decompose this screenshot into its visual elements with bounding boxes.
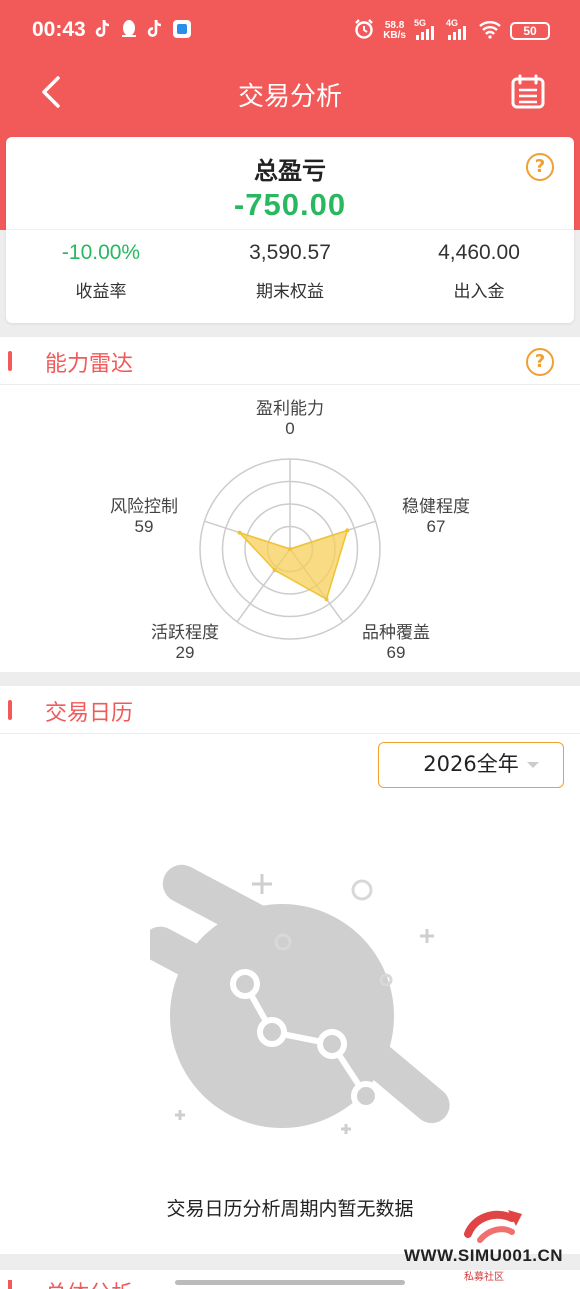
battery-icon: 50 — [510, 21, 550, 40]
status-indicators: 58.8 KB/s 5G 4G 50 — [353, 18, 550, 43]
navigation-handle[interactable] — [175, 1280, 405, 1285]
total-pl-value: -750.00 — [233, 187, 347, 222]
radar-data-point — [324, 597, 329, 602]
total-pl-label: 总盈亏 — [254, 157, 326, 185]
metric-value: -10.00% — [61, 241, 141, 264]
divider — [6, 229, 574, 230]
section-marker — [8, 1280, 12, 1289]
section-title: 总体分析 — [45, 1276, 133, 1289]
calendar-button[interactable] — [510, 74, 546, 110]
page-title: 交易分析 — [237, 82, 342, 112]
watermark-logo — [464, 1210, 522, 1243]
app-header: 交易分析 — [0, 62, 580, 124]
status-bar: 00:43 58.8 KB/s 5G 4G 50 — [0, 0, 580, 62]
metric-value: 3,590.57 — [249, 241, 331, 264]
year-select-value: 2026全年 — [423, 752, 519, 776]
watermark: WWW.SIMU001.CN 私募社区 — [400, 1204, 580, 1284]
radar-data-area — [238, 529, 349, 601]
radar-axis-label: 活跃程度 29 — [151, 623, 219, 662]
network-speed: 58.8 KB/s — [383, 19, 406, 41]
section-header: 能力雷达 ? — [0, 337, 580, 385]
watermark-url: WWW.SIMU001.CN — [404, 1246, 564, 1265]
metric-label: 期末权益 — [256, 282, 324, 302]
caret-down-icon — [527, 762, 539, 768]
radar-section: 能力雷达 ? 盈利能力 0 稳健程度 67 品种覆盖 69 活跃程度 29 风险控制 59 — [0, 337, 580, 672]
radar-data-point — [345, 528, 350, 533]
metric-value: 4,460.00 — [438, 241, 520, 264]
radar-data-point — [272, 568, 277, 573]
metric-label: 出入金 — [453, 282, 505, 302]
calendar-body: 2026全年 交易日历分析周期内暂无数据 — [0, 734, 580, 1254]
signal-4g-icon: 4G — [446, 18, 470, 42]
status-time: 00:43 — [32, 18, 86, 41]
metric-return-rate: -10.00% 收益率 — [6, 241, 196, 302]
watermark-subtitle: 私募社区 — [464, 1272, 504, 1283]
radar-axis-label: 稳健程度 67 — [402, 497, 470, 536]
radar-data-point — [237, 530, 242, 535]
empty-state-illustration — [150, 864, 450, 1134]
calendar-section: 交易日历 2026全年 交易日历分析周期内暂无数据 — [0, 686, 580, 1254]
section-marker — [8, 351, 12, 371]
radar-axis-label: 品种覆盖 69 — [362, 623, 430, 662]
metric-label: 收益率 — [75, 282, 127, 302]
metric-ending-equity: 3,590.57 期末权益 — [195, 241, 385, 302]
section-header: 交易日历 — [0, 686, 580, 734]
qq-icon — [120, 18, 138, 40]
notification-icons — [94, 18, 191, 40]
year-select[interactable]: 2026全年 — [378, 742, 564, 788]
summary-card: 总盈亏 -750.00 ? -10.00% 收益率 3,590.57 期末权益 … — [6, 137, 574, 323]
wifi-icon — [478, 19, 502, 42]
radar-chart: 盈利能力 0 稳健程度 67 品种覆盖 69 活跃程度 29 风险控制 59 — [0, 385, 580, 671]
tiktok-icon — [94, 18, 112, 40]
radar-axis-label: 风险控制 59 — [110, 497, 178, 536]
app-icon — [172, 18, 191, 40]
section-title: 能力雷达 — [45, 352, 134, 377]
help-icon[interactable]: ? — [526, 153, 554, 181]
help-icon[interactable]: ? — [526, 348, 554, 376]
section-marker — [8, 700, 12, 720]
section-title: 交易日历 — [45, 701, 134, 726]
radar-data-point — [288, 547, 292, 551]
metric-deposit-withdrawal: 4,460.00 出入金 — [384, 241, 574, 302]
tiktok-icon — [146, 18, 164, 40]
radar-axis-label: 盈利能力 0 — [256, 399, 324, 438]
alarm-icon — [353, 18, 375, 43]
signal-5g-icon: 5G — [414, 18, 438, 42]
